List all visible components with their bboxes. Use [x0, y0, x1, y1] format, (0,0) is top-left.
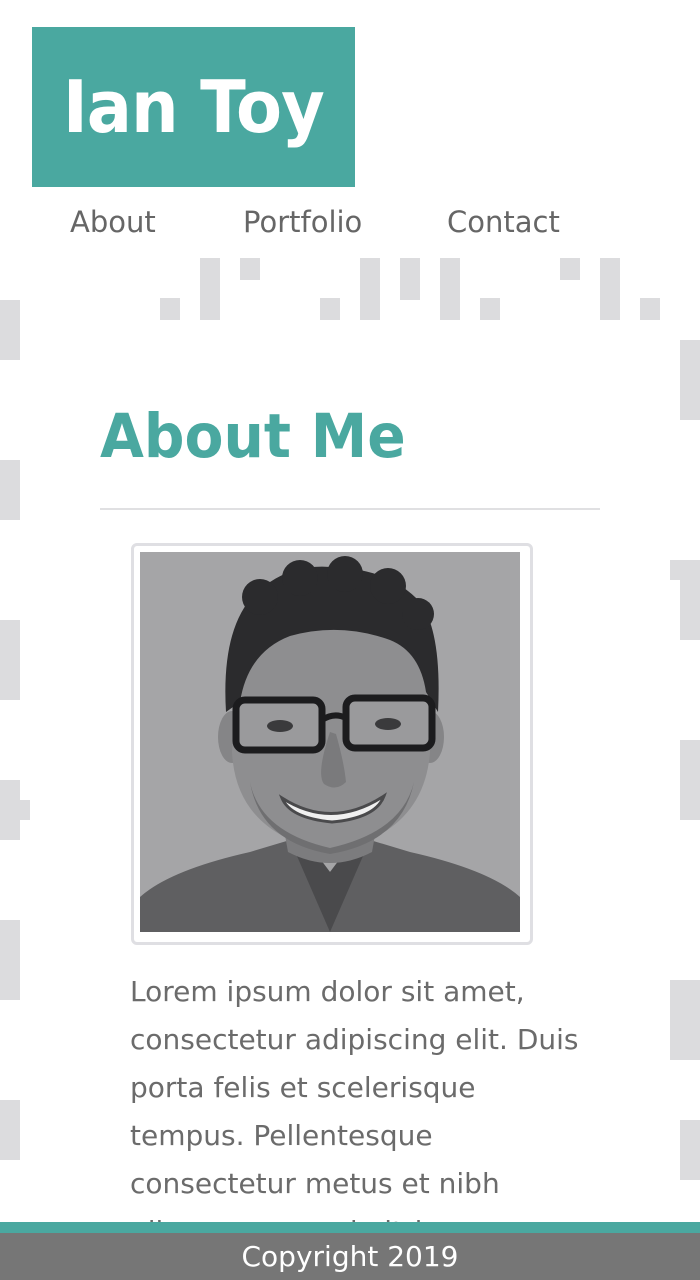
- footer: Copyright 2019: [0, 1233, 700, 1280]
- nav-link-portfolio[interactable]: Portfolio: [243, 204, 362, 240]
- title-divider: [100, 508, 600, 510]
- site-title: Ian Toy: [62, 65, 325, 149]
- about-text: Lorem ipsum dolor sit amet, consectetur …: [130, 975, 579, 1225]
- profile-photo-frame: [131, 543, 533, 945]
- about-section: About Me Lorem ipsum dolor sit amet, con…: [40, 320, 660, 1225]
- profile-photo: [140, 552, 520, 932]
- site-logo[interactable]: Ian Toy: [32, 27, 355, 187]
- footer-accent-stripe: [0, 1222, 700, 1233]
- copyright-text: Copyright 2019: [241, 1240, 459, 1273]
- nav-link-contact[interactable]: Contact: [447, 204, 560, 240]
- nav-link-about[interactable]: About: [70, 204, 156, 240]
- page-title: About Me: [100, 401, 406, 472]
